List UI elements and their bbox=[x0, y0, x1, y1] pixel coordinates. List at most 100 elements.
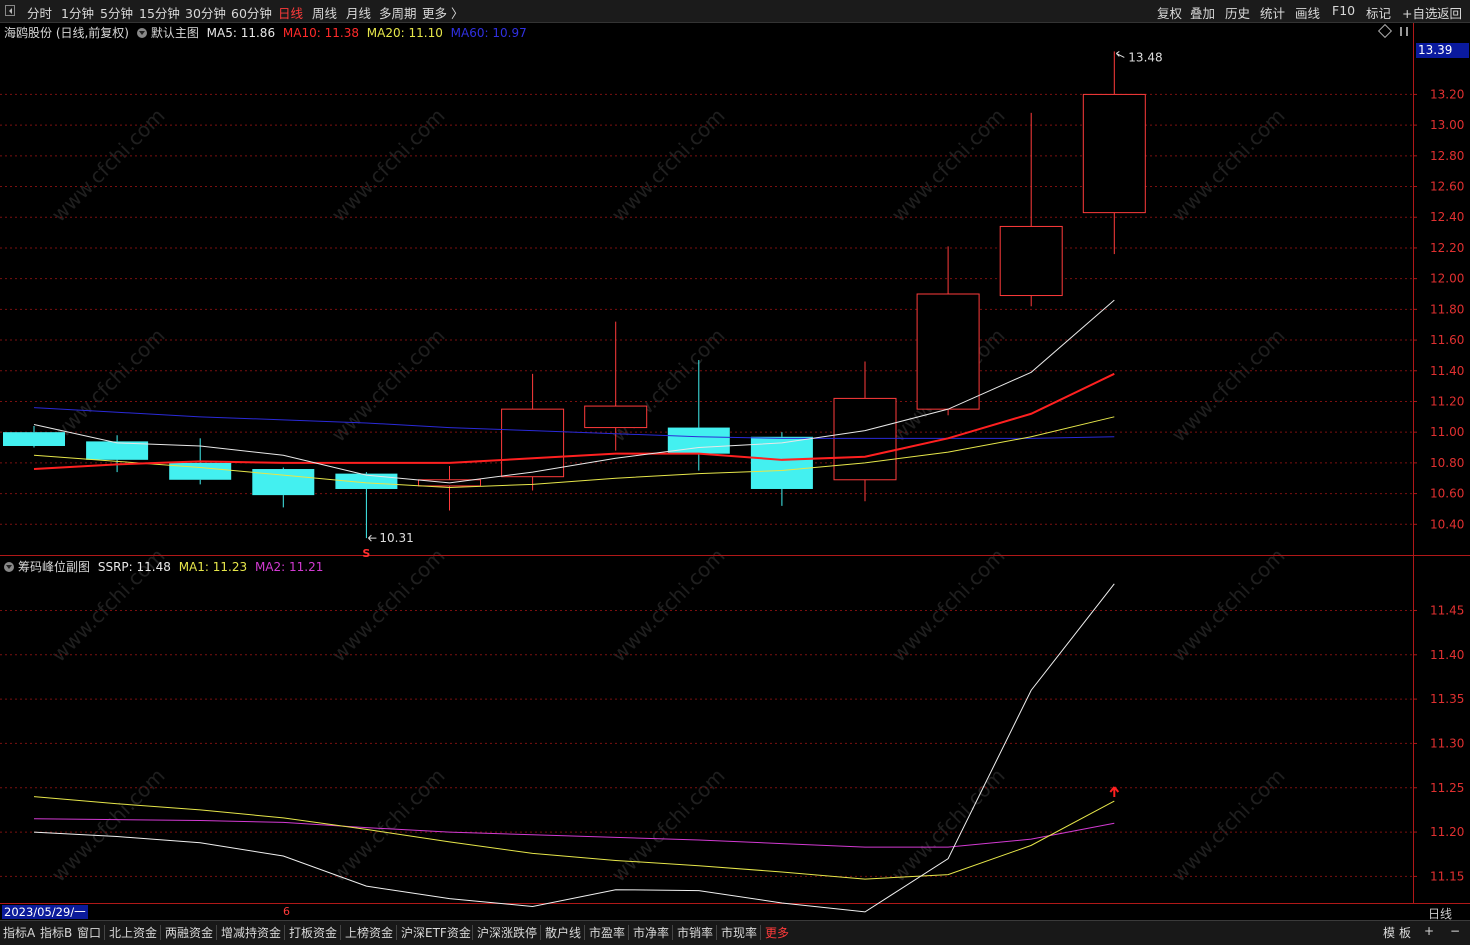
annotations: 13.48 10.31 S bbox=[362, 50, 1163, 798]
high-label: 13.48 bbox=[1128, 50, 1162, 64]
candle bbox=[501, 373, 565, 491]
axis-label: 12.20 bbox=[1430, 241, 1464, 255]
sub-dropdown-icon[interactable] bbox=[4, 562, 14, 572]
candle-body bbox=[1082, 93, 1146, 214]
board-button[interactable]: 板 bbox=[1399, 924, 1411, 941]
watermark-layer: www.cfchi.com www.cfchi.com www.cfchi.com w… bbox=[47, 104, 1290, 887]
add-window-button[interactable]: + bbox=[1424, 924, 1434, 938]
tab-daily[interactable]: 日线 bbox=[278, 3, 303, 22]
tab-more-indicators[interactable]: 更多 bbox=[765, 924, 789, 941]
sell-marker: S bbox=[362, 547, 370, 560]
watermark-text: www.cfchi.com bbox=[1167, 764, 1290, 887]
month-marker: 6 bbox=[283, 905, 290, 918]
watermark-text: www.cfchi.com bbox=[1167, 324, 1290, 447]
back-button[interactable]: 返回 bbox=[1437, 3, 1462, 22]
tab-holdings-change[interactable]: 增减持资金 bbox=[221, 924, 281, 941]
template-button[interactable]: 模 bbox=[1383, 924, 1395, 941]
remove-window-button[interactable]: − bbox=[1450, 924, 1460, 938]
ma60-value: MA60: 10.97 bbox=[450, 26, 527, 40]
tab-etf-funds[interactable]: 沪深ETF资金 bbox=[401, 924, 471, 941]
watermark-text: www.cfchi.com bbox=[607, 104, 730, 227]
tab-monthly[interactable]: 月线 bbox=[346, 3, 371, 22]
candle-body bbox=[999, 225, 1063, 297]
low-label: 10.31 bbox=[379, 531, 413, 545]
axis-label: 11.40 bbox=[1430, 648, 1464, 662]
candle bbox=[916, 246, 980, 416]
tab-indicator-a[interactable]: 指标A bbox=[3, 924, 35, 941]
tab-fenshi[interactable]: 分时 bbox=[27, 3, 52, 22]
sub-indicator-name[interactable]: 筹码峰位副图 bbox=[18, 560, 90, 574]
tab-margin[interactable]: 两融资金 bbox=[165, 924, 213, 941]
ma2-value: MA2: 11.21 bbox=[254, 560, 324, 574]
watermark-text: www.cfchi.com bbox=[327, 104, 450, 227]
ma5-value: MA5: 11.86 bbox=[206, 26, 276, 40]
tab-window[interactable]: 窗口 bbox=[77, 924, 101, 941]
watermark-text: www.cfchi.com bbox=[1167, 104, 1290, 227]
axis-label: 13.20 bbox=[1430, 87, 1464, 101]
candle-body bbox=[584, 405, 648, 429]
tab-ps[interactable]: 市销率 bbox=[677, 924, 713, 941]
f10-button[interactable]: F10 bbox=[1332, 3, 1355, 18]
tab-pe[interactable]: 市盈率 bbox=[589, 924, 625, 941]
candle-body bbox=[3, 432, 65, 446]
tab-5min[interactable]: 5分钟 bbox=[100, 3, 133, 22]
pin-icon[interactable] bbox=[1400, 27, 1408, 36]
up-arrow-icon bbox=[1109, 786, 1120, 798]
tab-60min[interactable]: 60分钟 bbox=[231, 3, 272, 22]
watermark-text: www.cfchi.com bbox=[47, 764, 170, 887]
kline-chart[interactable]: www.cfchi.com www.cfchi.com www.cfchi.com w… bbox=[0, 23, 1470, 920]
tab-weekly[interactable]: 周线 bbox=[312, 3, 337, 22]
axis-label: 10.40 bbox=[1430, 517, 1464, 531]
fuquan-button[interactable]: 复权 bbox=[1157, 3, 1182, 22]
axis-label: 13.00 bbox=[1430, 118, 1464, 132]
axis-label: 11.40 bbox=[1430, 364, 1464, 378]
axis-label: 11.60 bbox=[1430, 333, 1464, 347]
add-watchlist-button[interactable]: +自选 bbox=[1402, 3, 1437, 22]
ma20-value: MA20: 11.10 bbox=[366, 26, 443, 40]
stock-name[interactable]: 海鸥股份 (日线,前复权) bbox=[4, 26, 129, 40]
candle-body bbox=[833, 397, 897, 481]
tab-1min[interactable]: 1分钟 bbox=[61, 3, 94, 22]
ma1-value: MA1: 11.23 bbox=[178, 560, 248, 574]
watermark-text: www.cfchi.com bbox=[47, 324, 170, 447]
stats-button[interactable]: 统计 bbox=[1260, 3, 1285, 22]
axis-label: 11.25 bbox=[1430, 781, 1464, 795]
tab-multi-period[interactable]: 多周期 bbox=[379, 3, 417, 22]
tab-more[interactable]: 更多 〉 bbox=[422, 3, 463, 22]
draw-button[interactable]: 画线 bbox=[1295, 3, 1320, 22]
tab-pcf[interactable]: 市现率 bbox=[721, 924, 757, 941]
high-pointer bbox=[1115, 51, 1125, 58]
tab-limit-up-funds[interactable]: 打板资金 bbox=[289, 924, 337, 941]
period-toolbar: 分时 1分钟 5分钟 15分钟 30分钟 60分钟 日线 周线 月线 多周期 更… bbox=[0, 0, 1470, 23]
tab-list-funds[interactable]: 上榜资金 bbox=[345, 924, 393, 941]
candle bbox=[418, 465, 481, 511]
price-axis: 13.20 13.00 12.80 12.60 12.40 12.20 12.00 11.80… bbox=[1413, 87, 1464, 883]
template-name[interactable]: 默认主图 bbox=[151, 26, 199, 40]
candle bbox=[999, 112, 1063, 307]
tab-limit-stats[interactable]: 沪深涨跌停 bbox=[477, 924, 537, 941]
tab-northbound[interactable]: 北上资金 bbox=[109, 924, 157, 941]
candle bbox=[1082, 51, 1146, 255]
axis-label: 11.20 bbox=[1430, 825, 1464, 839]
axis-label: 11.20 bbox=[1430, 394, 1464, 408]
mark-button[interactable]: 标记 bbox=[1366, 3, 1391, 22]
sub-indicator-lines bbox=[33, 583, 1115, 913]
tab-pb[interactable]: 市净率 bbox=[633, 924, 669, 941]
tab-15min[interactable]: 15分钟 bbox=[139, 3, 180, 22]
dropdown-icon[interactable] bbox=[136, 28, 147, 38]
watermark-text: www.cfchi.com bbox=[327, 544, 450, 667]
history-button[interactable]: 历史 bbox=[1225, 3, 1250, 22]
tab-retail-line[interactable]: 散户线 bbox=[545, 924, 581, 941]
collapse-icon[interactable] bbox=[5, 5, 15, 16]
cursor-date: 2023/05/29/一 bbox=[2, 905, 88, 919]
low-pointer bbox=[368, 534, 377, 542]
axis-label: 12.40 bbox=[1430, 210, 1464, 224]
candle-body bbox=[916, 293, 980, 410]
axis-label: 12.60 bbox=[1430, 180, 1464, 194]
ssrp-value: SSRP: 11.48 bbox=[97, 560, 171, 574]
overlay-button[interactable]: 叠加 bbox=[1190, 3, 1215, 22]
tab-indicator-b[interactable]: 指标B bbox=[40, 924, 72, 941]
watermark-text: www.cfchi.com bbox=[327, 764, 450, 887]
tab-30min[interactable]: 30分钟 bbox=[185, 3, 226, 22]
watermark-text: www.cfchi.com bbox=[1167, 544, 1290, 667]
